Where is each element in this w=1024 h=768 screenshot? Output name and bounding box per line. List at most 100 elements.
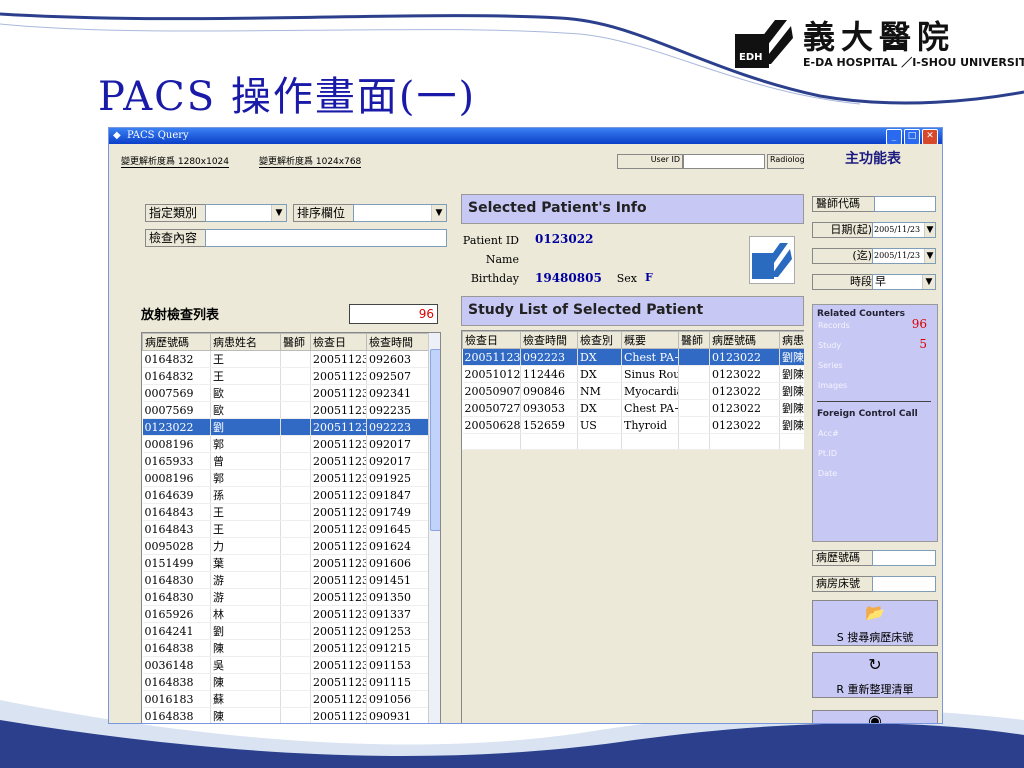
exam-row[interactable]: 0036148 吳 20051123 091153 <box>142 656 430 674</box>
filter-area: 指定類別 ▼ 排序欄位 ▼ 檢查內容 <box>135 202 447 272</box>
exam-cell-dr <box>280 588 311 606</box>
exam-cell-date: 20051123 <box>310 639 367 657</box>
scroll-thumb[interactable] <box>430 349 440 531</box>
series-label: Series <box>818 361 843 370</box>
refresh-list-button[interactable]: ↻ R 重新整理清單 <box>812 652 938 698</box>
exam-cell-id: 0164830 <box>142 588 211 606</box>
patient-id-value: 0123022 <box>535 232 594 246</box>
exam-col-header[interactable]: 檢查日 <box>310 333 367 351</box>
exam-cell-id: 0164241 <box>142 622 211 640</box>
bed-no-input[interactable] <box>872 576 936 592</box>
exam-row[interactable]: 0151499 葉 20051123 091606 <box>142 554 430 572</box>
study-col-header[interactable]: 概要 <box>621 331 679 349</box>
study-label: Study <box>818 341 842 350</box>
main-menu-title: 主功能表 <box>845 151 901 167</box>
study-cell-name: 劉陳 <box>779 365 805 383</box>
period-select[interactable]: 早 ▼ <box>872 274 936 290</box>
exam-row[interactable]: 0164843 王 20051123 091749 <box>142 503 430 521</box>
doctor-code-input[interactable] <box>874 196 936 212</box>
study-row[interactable]: 20050628 152659 US Thyroid 0123022 劉陳 <box>462 416 805 434</box>
exam-cell-name: 歐 <box>210 401 281 419</box>
close-button[interactable]: ✕ <box>922 129 938 145</box>
records-count: 96 <box>911 317 927 331</box>
exam-col-header[interactable]: 醫師 <box>280 333 311 351</box>
study-col-header[interactable]: 檢查日 <box>462 331 521 349</box>
exam-cell-dr <box>280 418 311 436</box>
sort-select[interactable]: ▼ <box>353 204 447 222</box>
bed-no-label: 病房床號 <box>812 576 874 592</box>
exam-col-header[interactable]: 檢查時間 <box>366 333 430 351</box>
counters-title: Related Counters <box>817 309 905 319</box>
exam-row[interactable]: 0164838 陳 20051123 091215 <box>142 639 430 657</box>
exam-row[interactable]: 0164639 孫 20051123 091847 <box>142 486 430 504</box>
window-titlebar[interactable]: ◆ PACS Query _ □ ✕ <box>109 128 942 145</box>
more-menu-button[interactable]: ◉ <box>812 710 938 724</box>
disc-icon: ◉ <box>868 711 882 724</box>
type-select[interactable]: ▼ <box>205 204 287 222</box>
exam-cell-time: 092341 <box>366 384 430 402</box>
study-col-header[interactable]: 病歷號碼 <box>709 331 780 349</box>
exam-row[interactable]: 0164830 游 20051123 091350 <box>142 588 430 606</box>
study-row[interactable]: 20050727 093053 DX Chest PA+ 0123022 劉陳 <box>462 399 805 417</box>
exam-cell-dr <box>280 452 311 470</box>
res-1280-link[interactable]: 變更解析度爲 1280x1024 <box>121 154 229 168</box>
user-id-input[interactable] <box>683 154 765 169</box>
minimize-button[interactable]: _ <box>886 129 902 145</box>
exam-row[interactable]: 0164832 王 20051123 092603 <box>142 350 430 368</box>
study-row[interactable]: 20050907 090846 NM Myocardia 0123022 劉陳 <box>462 382 805 400</box>
study-cell-time: 112446 <box>520 365 578 383</box>
exam-row[interactable]: 0123022 劉 20051123 092223 <box>142 418 430 436</box>
exam-cell-id: 0164843 <box>142 520 211 538</box>
exam-cell-dr <box>280 384 311 402</box>
exam-cell-dr <box>280 350 311 368</box>
exam-cell-name: 陳 <box>210 639 281 657</box>
date-to-picker[interactable]: 2005/11/23 ▼ <box>872 248 936 264</box>
exam-row[interactable]: 0164838 陳 20051123 090931 <box>142 707 430 723</box>
exam-row[interactable]: 0165926 林 20051123 091337 <box>142 605 430 623</box>
study-col-header[interactable]: 醫師 <box>678 331 710 349</box>
study-empty-cell <box>709 433 780 450</box>
exam-list-scrollbar[interactable] <box>428 333 440 723</box>
exam-row[interactable]: 0008196 郭 20051123 091925 <box>142 469 430 487</box>
exam-cell-name: 王 <box>210 503 281 521</box>
period-label: 時段 <box>812 274 876 290</box>
exam-col-header[interactable]: 病患姓名 <box>210 333 281 351</box>
study-row[interactable]: 20051012 112446 DX Sinus Rou 0123022 劉陳 <box>462 365 805 383</box>
date-from-picker[interactable]: 2005/11/23 ▼ <box>872 222 936 238</box>
study-cell-date: 20050727 <box>462 399 521 417</box>
edh-logo-icon: EDH <box>735 20 793 68</box>
exam-row[interactable]: 0164843 王 20051123 091645 <box>142 520 430 538</box>
exam-row[interactable]: 0164241 劉 20051123 091253 <box>142 622 430 640</box>
edh-small-logo-icon <box>749 236 795 284</box>
exam-cell-time: 091350 <box>366 588 430 606</box>
study-row[interactable]: 20051123 092223 DX Chest PA+ 0123022 劉陳 <box>462 348 805 366</box>
study-col-header[interactable]: 病患 <box>779 331 805 349</box>
exam-cell-id: 0164639 <box>142 486 211 504</box>
res-1024-link[interactable]: 變更解析度爲 1024x768 <box>259 154 362 168</box>
exam-row[interactable]: 0164830 游 20051123 091451 <box>142 571 430 589</box>
exam-cell-time: 091215 <box>366 639 430 657</box>
exam-cell-date: 20051123 <box>310 469 367 487</box>
maximize-button[interactable]: □ <box>904 129 920 145</box>
images-label: Images <box>818 381 848 390</box>
logo-english: E-DA HOSPITAL ／I-SHOU UNIVERSITY <box>803 56 1024 69</box>
exam-row[interactable]: 0095028 力 20051123 091624 <box>142 537 430 555</box>
sort-label: 排序欄位 <box>293 204 357 222</box>
study-col-header[interactable]: 檢查別 <box>577 331 622 349</box>
chart-no-input[interactable] <box>872 550 936 566</box>
refresh-icon: ↻ <box>868 655 882 674</box>
exam-col-header[interactable]: 病歷號碼 <box>142 333 211 351</box>
exam-cell-name: 林 <box>210 605 281 623</box>
exam-row[interactable]: 0008196 郭 20051123 092017 <box>142 435 430 453</box>
search-chart-bed-button[interactable]: 📂 S 搜尋病歷床號 <box>812 600 938 646</box>
study-col-header[interactable]: 檢查時間 <box>520 331 578 349</box>
exam-row[interactable]: 0164838 陳 20051123 091115 <box>142 673 430 691</box>
exam-row[interactable]: 0016183 蘇 20051123 091056 <box>142 690 430 708</box>
exam-row[interactable]: 0164832 王 20051123 092507 <box>142 367 430 385</box>
exam-row[interactable]: 0007569 歐 20051123 092235 <box>142 401 430 419</box>
content-input[interactable] <box>205 229 447 247</box>
exam-row[interactable]: 0007569 歐 20051123 092341 <box>142 384 430 402</box>
exam-cell-name: 游 <box>210 588 281 606</box>
exam-row[interactable]: 0165933 曾 20051123 092017 <box>142 452 430 470</box>
acc-label: Acc# <box>818 429 839 438</box>
